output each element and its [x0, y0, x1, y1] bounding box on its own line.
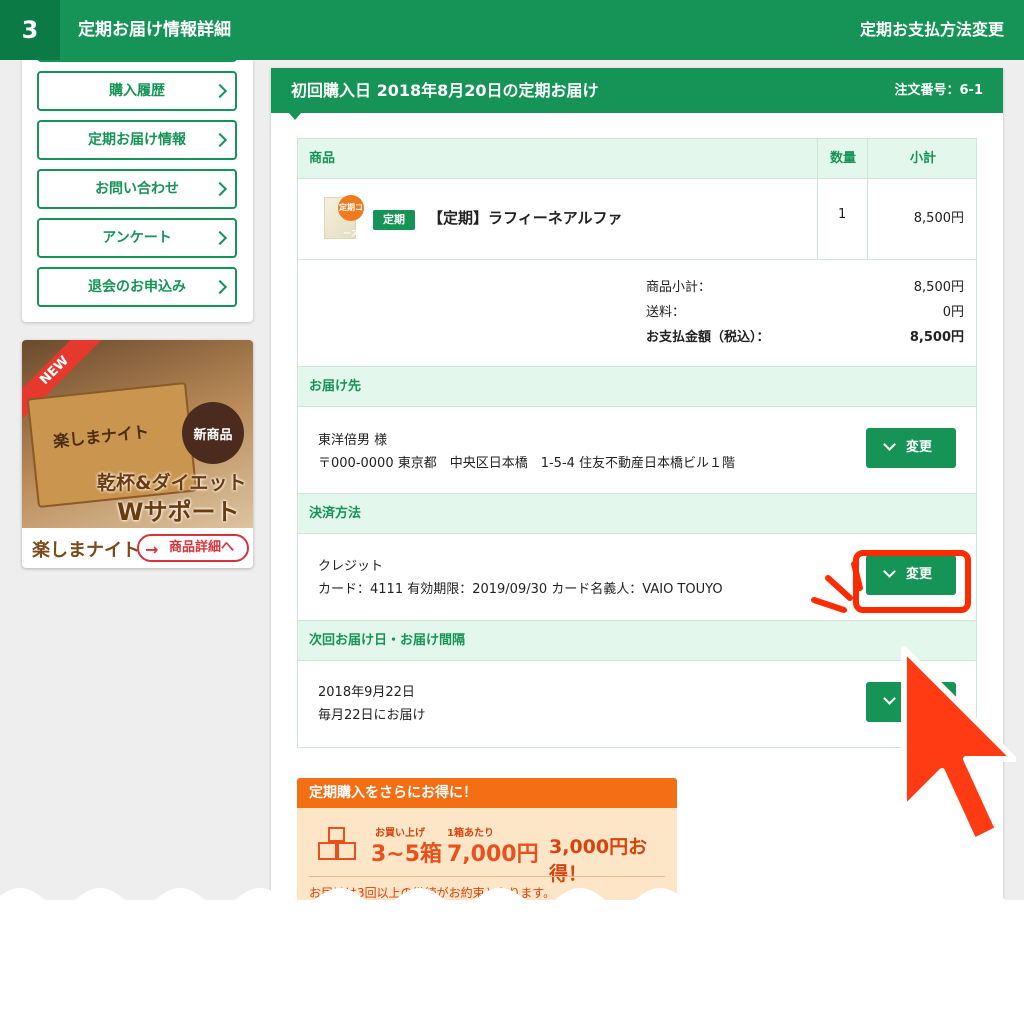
sidebar-item-label: アンケート [102, 230, 172, 246]
product-name: 【定期】ラフィーネアルファ [428, 209, 623, 227]
boxes-icon [318, 827, 356, 860]
course-badge: 定期コース [338, 195, 364, 238]
step-number: 3 [0, 0, 60, 60]
sidebar-item-withdraw[interactable]: 退会のお申込み [37, 267, 237, 307]
chevron-right-icon [212, 181, 228, 197]
header-notch [289, 113, 301, 120]
chevron-right-icon [212, 132, 228, 148]
sidebar-item-survey[interactable]: アンケート [37, 218, 237, 258]
wave-divider [0, 888, 1024, 918]
banner-subheadline: Wサポート [117, 498, 240, 526]
total-value: 8,500円 [909, 330, 964, 345]
sidebar-menu: 購入履歴 定期お届け情報 お問い合わせ アンケート 退会のお申込み [22, 60, 253, 322]
next-step-label: 定期お支払方法変更 [859, 20, 1004, 39]
col-subtotal: 小計 [910, 151, 937, 166]
banner-logo: 楽しまナイト [32, 540, 140, 561]
order-number: 注文番号：6-1 [894, 83, 984, 98]
content-area: 購入履歴 定期お届け情報 お問い合わせ アンケート 退会のお申込み NEW 楽し… [0, 60, 1024, 900]
page-title: 定期お届け情報詳細 [78, 20, 231, 40]
delivery-address: 〒000-0000 東京都 中央区日本橋 1-5-4 住友不動産日本橋ビル１階 [318, 456, 736, 471]
banner-footer: 楽しまナイト → 商品詳細へ [22, 528, 253, 568]
promo-heading: 定期購入をさらにお得に！ [297, 778, 677, 808]
product-detail-link[interactable]: → 商品詳細へ [137, 534, 249, 562]
product-price: 8,500円 [913, 211, 964, 226]
subtotal-label: 商品小計： [646, 280, 712, 295]
card-header: 初回購入日 2018年8月20日の定期お届け 注文番号：6-1 [271, 68, 1003, 120]
product-banner[interactable]: NEW 楽しまナイト 新商品 乾杯&ダイエット Wサポート 楽しまナイト → 商… [22, 340, 253, 568]
new-item-badge: 新商品 [182, 402, 244, 464]
subtotal-value: 8,500円 [913, 280, 964, 295]
divider [309, 876, 665, 877]
shipping-value: 0円 [942, 305, 964, 320]
product-detail-label: 商品詳細へ [169, 540, 235, 555]
chevron-right-icon [212, 230, 228, 246]
sidebar-item-partial[interactable] [37, 60, 237, 62]
chevron-right-icon [212, 83, 228, 99]
payment-method: クレジット [318, 559, 384, 574]
change-label: 変更 [906, 440, 933, 455]
box-label: 楽しまナイト [52, 422, 150, 452]
sidebar-item-contact[interactable]: お問い合わせ [37, 169, 237, 209]
subscription-card: 初回購入日 2018年8月20日の定期お届け 注文番号：6-1 商品 数量 小計… [271, 68, 1003, 900]
delivery-heading: お届け先 [298, 366, 976, 407]
arrow-right-icon: → [145, 540, 159, 559]
chevron-down-icon [883, 438, 896, 451]
delivery-change-button[interactable]: 変更 [866, 428, 956, 468]
sidebar-item-subscription-info[interactable]: 定期お届け情報 [37, 120, 237, 160]
price-summary: 商品小計： 8,500円 送料： 0円 お支払金額（税込）： 8,500円 [298, 260, 976, 366]
card-title: 初回購入日 2018年8月20日の定期お届け [291, 81, 599, 100]
sidebar-item-purchase-history[interactable]: 購入履歴 [37, 71, 237, 111]
product-qty: 1 [838, 207, 847, 222]
page-header: 3 定期お届け情報詳細 定期お支払方法変更 [0, 0, 1024, 60]
sidebar-item-label: 定期お届け情報 [88, 132, 186, 148]
banner-headline: 乾杯&ダイエット [97, 472, 247, 494]
next-delivery-interval: 毎月22日にお届け [318, 708, 426, 723]
delivery-name: 東洋倍男 様 [318, 433, 388, 448]
table-header: 商品 数量 小計 [298, 139, 976, 179]
total-label: お支払金額（税込）： [646, 330, 770, 345]
chevron-down-icon [883, 692, 896, 705]
subscription-tag: 定期 [373, 210, 415, 230]
order-detail-table: 商品 数量 小計 定期コース 定期 【定期】ラフィーネアルファ 1 8,500円… [297, 138, 977, 748]
table-row: 定期コース 定期 【定期】ラフィーネアルファ 1 8,500円 [298, 179, 976, 260]
payment-card-info: カード：4111 有効期限：2019/09/30 カード名義人：VAIO TOU… [318, 582, 723, 597]
promo-unit-price: 7,000円 [447, 842, 539, 867]
sidebar-item-label: お問い合わせ [95, 181, 179, 197]
payment-button-highlight [853, 550, 971, 613]
next-delivery-date: 2018年9月22日 [318, 685, 415, 700]
promo-quantity: 3~5箱 [371, 842, 443, 867]
pointer-cursor-icon [901, 646, 1016, 844]
shipping-label: 送料： [646, 305, 686, 320]
sidebar-item-label: 退会のお申込み [88, 279, 186, 295]
chevron-right-icon [212, 279, 228, 295]
next-delivery-heading: 次回お届け日・お届け間隔 [298, 620, 976, 661]
col-product: 商品 [309, 151, 336, 166]
col-qty: 数量 [830, 151, 857, 166]
payment-heading: 決済方法 [298, 493, 976, 534]
emphasis-sparks-icon [811, 561, 863, 613]
sidebar-item-label: 購入履歴 [109, 83, 165, 99]
